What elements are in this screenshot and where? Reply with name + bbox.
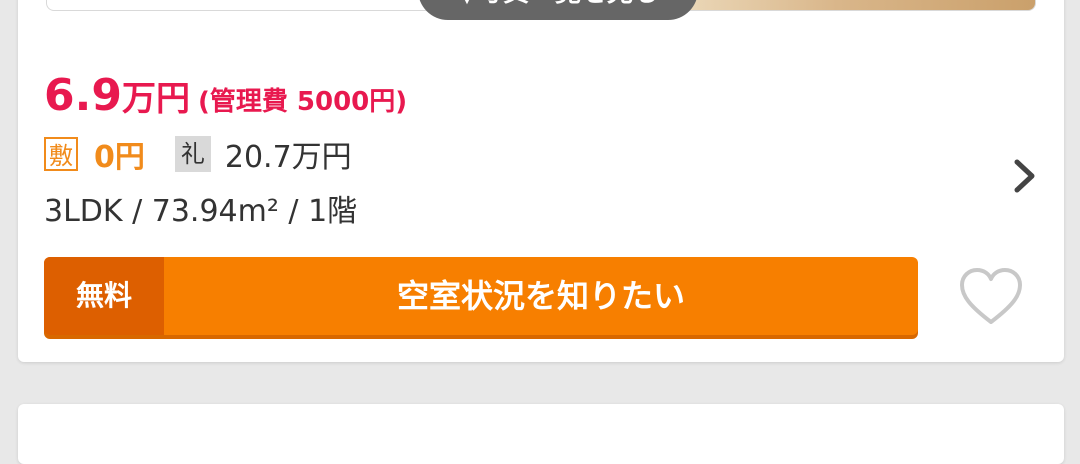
deposit-badge: 敷 <box>44 137 78 171</box>
rent-price: 6.9万円 (管理費 5000円) <box>44 70 407 121</box>
deposit-keymoney-row: 敷 0円礼 20.7万円 <box>44 132 352 175</box>
key-money-badge: 礼 <box>174 136 211 172</box>
property-specs: 3LDK / 73.94m² / 1階 <box>44 194 358 229</box>
key-money-value: 20.7万円 <box>224 140 352 175</box>
vacancy-inquiry-button[interactable]: 無料 空室状況を知りたい <box>44 257 918 335</box>
next-listing-card[interactable] <box>18 404 1064 464</box>
chevron-right-icon[interactable] <box>1010 156 1040 196</box>
management-fee: (管理費 5000円) <box>197 87 408 117</box>
view-photos-button[interactable]: ▼写真一覧を見る <box>418 0 698 20</box>
heart-icon[interactable] <box>958 266 1024 328</box>
deposit-value: 0円 <box>94 140 145 175</box>
free-badge: 無料 <box>44 257 164 335</box>
vacancy-inquiry-label: 空室状況を知りたい <box>396 277 685 315</box>
rent-unit: 万円 <box>121 79 190 119</box>
rent-amount: 6.9 <box>44 70 122 121</box>
